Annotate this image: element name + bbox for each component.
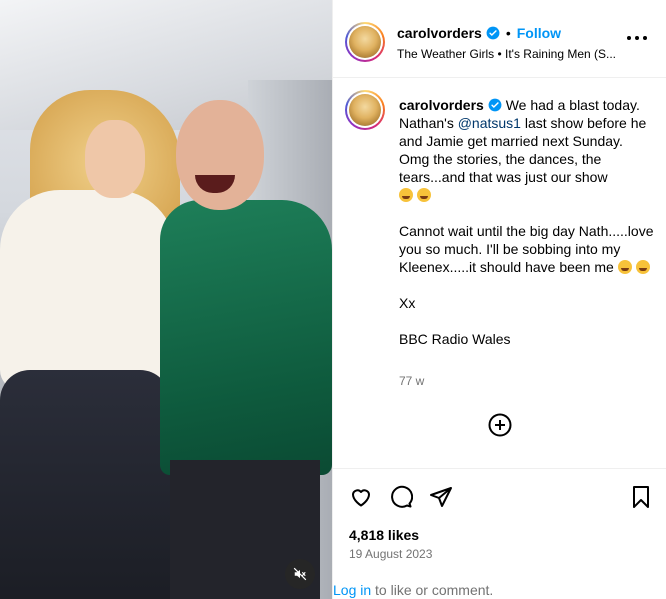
mute-icon — [293, 567, 307, 581]
caption-paragraph-2: Cannot wait until the big day Nath.....l… — [399, 223, 654, 275]
action-bar: 4,818 likes 19 August 2023 Log in to lik… — [333, 468, 666, 599]
post-video[interactable] — [0, 0, 332, 599]
instagram-post: carolvorders • Follow The Weather Girls … — [0, 0, 666, 599]
laughing-emoji-icon — [635, 260, 650, 274]
caption-username[interactable]: carolvorders — [399, 97, 484, 113]
follow-button[interactable]: Follow — [517, 25, 561, 41]
login-prompt-text: to like or comment. — [375, 582, 494, 598]
video-person-woman-jeans — [0, 370, 170, 599]
caption-paragraph-3: Xx — [399, 295, 416, 311]
laughing-emoji-icon — [617, 260, 632, 274]
author-username[interactable]: carolvorders — [397, 25, 482, 41]
mention-link[interactable]: @natsus1 — [458, 115, 521, 131]
heart-icon[interactable] — [349, 485, 373, 509]
video-person-man-head — [176, 100, 264, 210]
more-options-icon[interactable] — [627, 33, 647, 43]
mute-button[interactable] — [285, 559, 315, 589]
laughing-emoji-icon — [417, 188, 431, 202]
post-age[interactable]: 77 w — [399, 374, 424, 388]
laughing-emoji-icon — [399, 188, 413, 202]
video-person-woman-top — [0, 190, 175, 390]
verified-badge-icon — [488, 98, 502, 112]
login-prompt: Log in to like or comment. — [333, 582, 493, 598]
caption-paragraph-4: BBC Radio Wales — [399, 331, 511, 347]
audio-track[interactable]: The Weather Girls • It's Raining Men (S.… — [397, 47, 616, 61]
separator-dot: • — [505, 25, 511, 41]
video-person-woman-face — [85, 120, 145, 198]
post-date[interactable]: 19 August 2023 — [349, 547, 432, 561]
post-header: carolvorders • Follow The Weather Girls … — [333, 0, 666, 78]
video-person-man-shirt — [160, 200, 332, 475]
verified-badge-icon — [486, 26, 500, 40]
comment-icon[interactable] — [389, 485, 413, 509]
author-avatar[interactable] — [345, 22, 385, 62]
likes-count[interactable]: 4,818 likes — [349, 527, 419, 543]
bookmark-icon[interactable] — [629, 485, 653, 509]
share-icon[interactable] — [429, 485, 453, 509]
caption-avatar[interactable] — [345, 90, 385, 130]
author-line: carolvorders • Follow — [397, 25, 561, 41]
add-comment-icon[interactable] — [488, 413, 512, 437]
post-side-panel: carolvorders • Follow The Weather Girls … — [332, 0, 666, 599]
login-link[interactable]: Log in — [333, 582, 371, 598]
caption-text: carolvorders We had a blast today. Natha… — [399, 96, 655, 366]
